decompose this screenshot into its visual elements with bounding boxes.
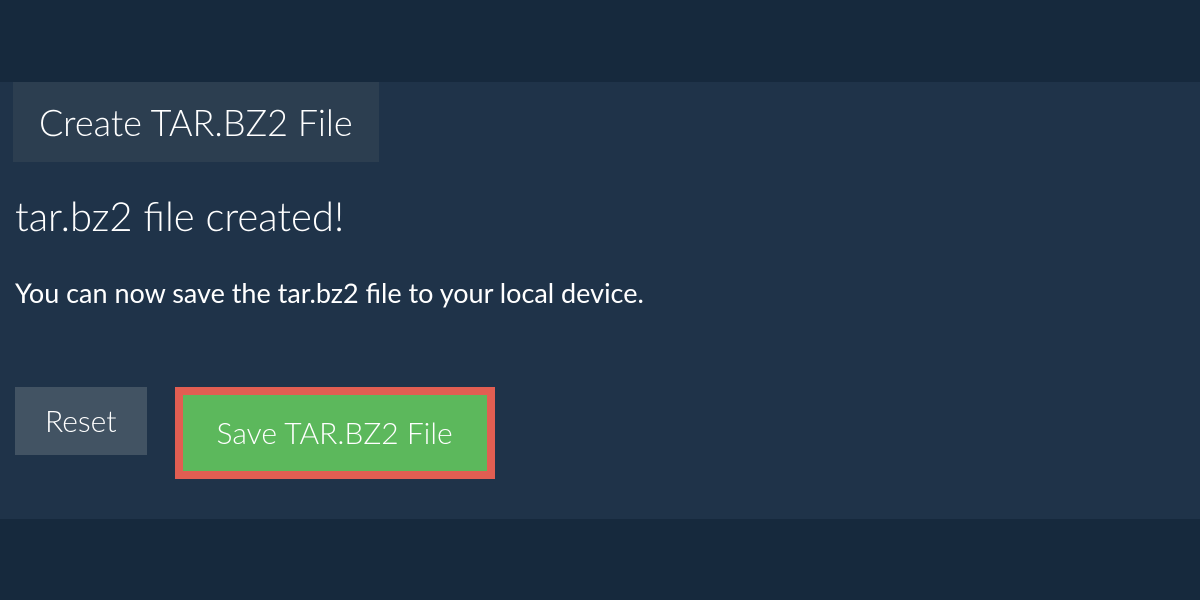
save-button-label: Save TAR.BZ2 File [217,415,453,451]
button-row: Reset Save TAR.BZ2 File [15,387,1187,479]
reset-button[interactable]: Reset [15,387,147,455]
tab-label: Create TAR.BZ2 File [39,100,353,144]
reset-button-label: Reset [45,403,117,439]
main-panel: Create TAR.BZ2 File tar.bz2 file created… [0,82,1200,519]
top-spacer [0,0,1200,82]
save-button[interactable]: Save TAR.BZ2 File [175,387,495,479]
tab-create-tarbz2[interactable]: Create TAR.BZ2 File [13,82,379,162]
status-subtext: You can now save the tar.bz2 file to you… [15,276,1187,309]
status-heading: tar.bz2 file created! [15,192,1187,240]
